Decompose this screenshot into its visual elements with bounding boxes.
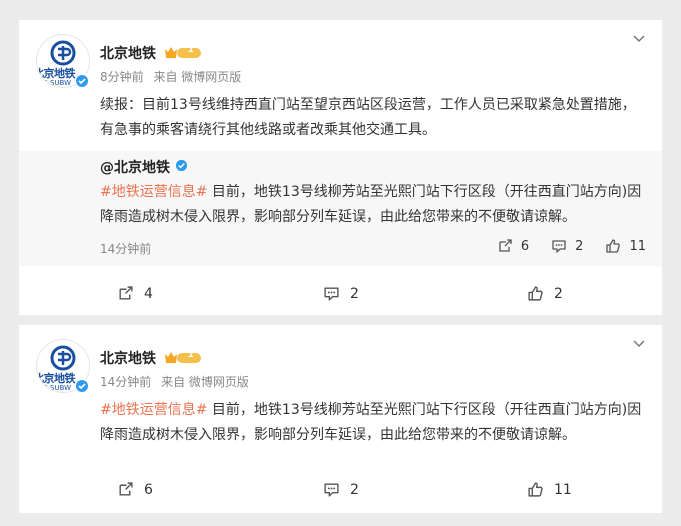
weibo-post-card: 北京地铁 ING SUBW 北京地铁 1 14分钟前 来自 微博网页版 #地铁运… xyxy=(19,325,662,513)
verified-icon xyxy=(175,159,188,172)
quoted-post[interactable]: @北京地铁 #地铁运营信息# 目前，地铁13号线柳芳站至光熙门站下行区段（开往西… xyxy=(19,151,662,266)
metro-logo-icon xyxy=(50,345,76,371)
weibo-post-card: 北京地铁 ING SUBW 北京地铁 1 8分钟前 来自 微博网页版 续报：目前… xyxy=(19,20,662,315)
crown-icon[interactable]: 1 xyxy=(164,45,202,59)
like-button[interactable]: 11 xyxy=(527,481,572,498)
level-badge: 1 xyxy=(188,350,195,360)
quoted-comment-count: 2 xyxy=(575,238,584,254)
metro-logo-icon xyxy=(50,40,76,66)
quoted-like-count: 11 xyxy=(629,238,646,254)
post-time[interactable]: 8分钟前 xyxy=(100,70,144,84)
quoted-repost-count: 6 xyxy=(520,238,530,254)
comment-count: 2 xyxy=(350,285,359,302)
repost-icon xyxy=(117,285,134,302)
repost-button[interactable]: 6 xyxy=(117,481,153,498)
comment-icon xyxy=(323,481,340,498)
author-name[interactable]: 北京地铁 xyxy=(100,348,156,368)
avatar-sub-text: ING SUBW xyxy=(36,384,71,392)
repost-button[interactable]: 4 xyxy=(117,285,153,302)
chevron-down-icon[interactable] xyxy=(632,339,646,349)
like-count: 2 xyxy=(554,285,563,302)
repost-icon xyxy=(497,238,513,254)
like-icon xyxy=(527,285,544,302)
post-text: #地铁运营信息# 目前，地铁13号线柳芳站至光熙门站下行区段（开往西直门站方向)… xyxy=(100,398,648,448)
author-name[interactable]: 北京地铁 xyxy=(100,43,156,63)
chevron-down-icon[interactable] xyxy=(632,34,646,44)
like-icon xyxy=(605,238,621,254)
like-button[interactable]: 2 xyxy=(527,285,563,302)
verified-icon xyxy=(75,74,89,88)
like-count: 11 xyxy=(554,481,572,498)
post-text: 续报：目前13号线维持西直门站至望京西站区段运营，工作人员已采取紧急处置措施，有… xyxy=(100,97,636,138)
avatar-sub-text: ING SUBW xyxy=(36,79,71,87)
like-icon xyxy=(527,481,544,498)
comment-icon xyxy=(323,285,340,302)
post-source: 来自 微博网页版 xyxy=(161,375,249,389)
post-source: 来自 微博网页版 xyxy=(153,70,242,84)
repost-icon xyxy=(117,481,134,498)
hashtag-link[interactable]: #地铁运营信息# xyxy=(100,184,207,200)
quoted-repost-stat[interactable]: 6 xyxy=(497,238,529,254)
post-actions: 6 2 11 xyxy=(19,481,662,503)
crown-icon[interactable]: 1 xyxy=(164,350,202,364)
comment-icon xyxy=(551,238,567,254)
quoted-text: #地铁运营信息# 目前，地铁13号线柳芳站至光熙门站下行区段（开往西直门站方向)… xyxy=(100,180,648,230)
repost-count: 4 xyxy=(144,285,153,302)
quoted-like-stat[interactable]: 11 xyxy=(605,238,646,254)
quoted-time[interactable]: 14分钟前 xyxy=(100,240,151,257)
quoted-author[interactable]: @北京地铁 xyxy=(100,157,170,177)
comment-count: 2 xyxy=(350,481,359,498)
repost-count: 6 xyxy=(144,481,153,498)
level-badge: 1 xyxy=(188,45,195,55)
comment-button[interactable]: 2 xyxy=(323,481,359,498)
post-actions: 4 2 2 xyxy=(19,285,662,307)
quoted-comment-stat[interactable]: 2 xyxy=(551,238,583,254)
quoted-stats: 6 2 11 xyxy=(497,238,646,254)
verified-icon xyxy=(75,379,89,393)
post-time[interactable]: 14分钟前 xyxy=(100,375,151,389)
hashtag-link[interactable]: #地铁运营信息# xyxy=(100,402,207,418)
comment-button[interactable]: 2 xyxy=(323,285,359,302)
post-meta: 14分钟前 来自 微博网页版 xyxy=(100,373,249,390)
post-meta: 8分钟前 来自 微博网页版 xyxy=(100,68,241,85)
